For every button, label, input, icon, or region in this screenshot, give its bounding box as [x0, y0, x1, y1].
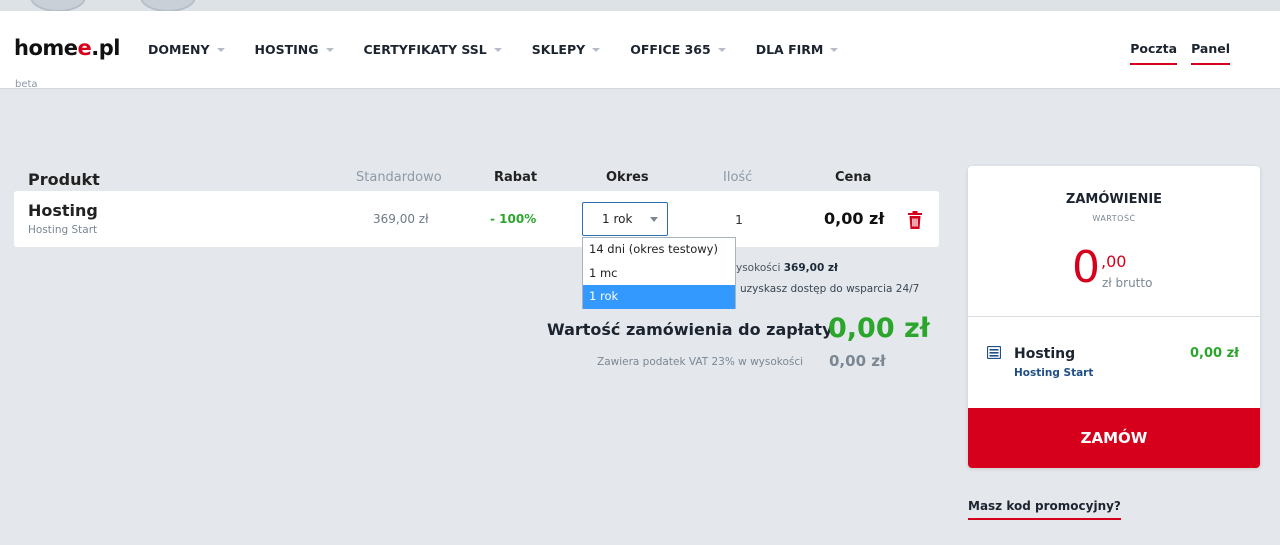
main-nav: DOMENY HOSTING CERTYFIKATY SSL SKLEPY OFFICE… — [148, 42, 868, 57]
period-select-value: 1 rok — [602, 212, 633, 226]
decorative-blob — [30, 0, 86, 11]
column-header-product: Produkt — [28, 170, 100, 189]
panel-link[interactable]: Panel — [1191, 41, 1230, 65]
product-name: Hosting — [28, 201, 98, 220]
nav-item-sklepy[interactable]: SKLEPY — [531, 42, 601, 57]
chevron-down-icon — [650, 217, 658, 222]
total-vat-label: Zawiera podatek VAT 23% w wysokości — [597, 356, 804, 368]
logo-beta-badge: beta — [15, 79, 38, 90]
order-amount-cents: ,00 — [1101, 252, 1127, 271]
column-header-standard: Standardowo — [356, 170, 442, 185]
order-card-title: ZAMÓWIENIE — [1065, 192, 1163, 207]
logo-text-e: e — [77, 36, 92, 60]
column-header-period: Okres — [606, 170, 649, 185]
product-plan: Hosting Start — [28, 224, 98, 236]
decorative-blob — [140, 0, 196, 11]
total-label: Wartość zamówienia do zapłaty — [547, 320, 833, 339]
nav-item-label: SKLEPY — [531, 42, 586, 57]
nav-item-label: OFFICE 365 — [630, 42, 711, 57]
logo-text-home: home — [14, 36, 78, 60]
vat-info-line: ysokości 369,00 zł — [736, 262, 838, 274]
chevron-down-icon — [216, 48, 225, 52]
poczta-link[interactable]: Poczta — [1130, 41, 1178, 65]
period-option[interactable]: 1 rok — [583, 285, 735, 309]
period-select[interactable]: 1 rok — [582, 202, 668, 236]
divider — [968, 316, 1260, 317]
vat-info-text: ysokości — [736, 262, 781, 274]
order-amount-unit: zł brutto — [1102, 276, 1153, 290]
nav-item-office-365[interactable]: OFFICE 365 — [630, 42, 726, 57]
chevron-down-icon — [830, 48, 839, 52]
site-header: homee.pl DOMENY HOSTING CERTYFIKATY SSL SKL… — [0, 11, 1280, 89]
trash-icon[interactable] — [907, 211, 923, 229]
standard-price: 369,00 zł — [373, 212, 429, 226]
logo[interactable]: homee.pl — [14, 36, 120, 60]
nav-item-label: DOMENY — [148, 42, 210, 57]
nav-item-hosting[interactable]: HOSTING — [255, 42, 334, 57]
promo-code-link[interactable]: Masz kod promocyjny? — [968, 499, 1121, 520]
top-decoration-strip — [0, 0, 1280, 11]
cart-row: Hosting Hosting Start 369,00 zł - 100% 1… — [14, 191, 939, 247]
order-item-price: 0,00 zł — [1190, 346, 1239, 361]
period-option[interactable]: 14 dni (okres testowy) — [583, 238, 735, 262]
support-info: uzyskasz dostęp do wsparcia 24/7 — [740, 283, 920, 295]
logo-text-tld: .pl — [91, 36, 120, 60]
order-amount-main: 0 — [1072, 242, 1100, 293]
vat-info-value: 369,00 zł — [783, 262, 838, 274]
order-item-name: Hosting — [1014, 346, 1076, 362]
nav-item-domeny[interactable]: DOMENY — [148, 42, 225, 57]
nav-item-label: HOSTING — [254, 42, 319, 57]
column-header-discount: Rabat — [494, 170, 538, 185]
server-icon — [987, 346, 1001, 359]
nav-item-label: CERTYFIKATY SSL — [363, 42, 487, 57]
chevron-down-icon — [325, 48, 334, 52]
chevron-down-icon — [493, 48, 502, 52]
nav-item-certyfikaty-ssl[interactable]: CERTYFIKATY SSL — [364, 42, 502, 57]
total-value: 0,00 zł — [828, 313, 930, 344]
period-option[interactable]: 1 mc — [583, 262, 735, 286]
order-summary-card: ZAMÓWIENIE WARTOŚĆ 0 ,00 zł brutto Hosti… — [968, 166, 1260, 468]
order-card-subtitle: WARTOŚĆ — [1092, 214, 1136, 223]
top-links: Poczta Panel — [1116, 41, 1230, 65]
nav-item-label: DLA FIRM — [755, 42, 824, 57]
nav-item-dla-firm[interactable]: DLA FIRM — [756, 42, 839, 57]
chevron-down-icon — [592, 48, 601, 52]
row-price: 0,00 zł — [824, 209, 885, 228]
period-dropdown: 14 dni (okres testowy) 1 mc 1 rok — [582, 237, 736, 309]
chevron-down-icon — [717, 48, 726, 52]
order-button[interactable]: ZAMÓW — [968, 408, 1260, 468]
order-item-plan: Hosting Start — [1014, 367, 1094, 379]
column-header-price: Cena — [835, 170, 872, 185]
total-vat-value: 0,00 zł — [829, 352, 886, 370]
column-header-quantity: Ilość — [723, 170, 753, 185]
discount-value: - 100% — [490, 212, 537, 226]
quantity-value[interactable]: 1 — [735, 212, 743, 227]
order-amount: 0 ,00 zł brutto — [1072, 244, 1192, 294]
